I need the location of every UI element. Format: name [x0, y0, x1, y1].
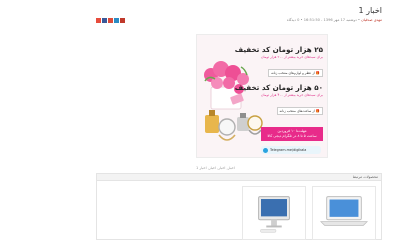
telegram-link[interactable]: Telegram.me/digikala	[270, 148, 306, 152]
offer-50: ۵۰ هزار تومان کد تخفیف برای سبدهای خرید …	[235, 83, 323, 116]
offer-25: ۲۵ هزار تومان کد تخفیف برای سبدهای خرید …	[235, 45, 323, 78]
offer-50-category: 🎁 از ساعت‌های منتخب زنانه	[276, 107, 323, 115]
share-icon-1[interactable]	[96, 18, 101, 23]
post-tags[interactable]: اخبار, اخبار, اخبار, اخبار 1	[196, 166, 235, 170]
post-meta: مهدی صدقیان • دوشنبه 17 مهر 1396 - 16:51…	[287, 18, 382, 22]
promo-banner[interactable]: ۲۵ هزار تومان کد تخفیف برای سبدهای خرید …	[196, 34, 328, 158]
post-meta-rest: • دوشنبه 17 مهر 1396 - 16:51:50 • 0 دیدگ…	[286, 18, 362, 22]
offer-25-title: ۲۵ هزار تومان کد تخفیف	[234, 45, 323, 54]
google-plus-icon[interactable]	[108, 18, 113, 23]
related-products: محصولات مرتبط	[96, 173, 382, 240]
pinterest-icon[interactable]	[120, 18, 125, 23]
related-product-laptop[interactable]	[312, 186, 376, 240]
offer-25-category: 🎁 از عطر و لوازم‌های منتخب زنانه	[268, 69, 323, 77]
share-icons	[96, 18, 125, 23]
offer-25-condition: برای سبدهای خرید بیشتر از ۲۰۰ هزار تومان	[261, 55, 323, 59]
gift-icon: 🎁	[315, 109, 320, 113]
offer-50-condition: برای سبدهای خرید بیشتر از ۴۰۰ هزار تومان	[261, 93, 323, 97]
deadline-box: مهلت‌تا ۱۰ فروردین ساعت ۵ تا ۸ در تلگرام…	[261, 127, 323, 141]
gift-icon: 🎁	[315, 71, 320, 75]
deadline-line-2: ساعت ۵ تا ۸ در تلگرام دیجی کالا	[267, 134, 317, 138]
laptop-image	[319, 196, 369, 226]
news-page: اخبار 1 مهدی صدقیان • دوشنبه 17 مهر 1396…	[96, 0, 382, 240]
offer-50-title: ۵۰ هزار تومان کد تخفیف	[234, 83, 323, 92]
post-author-link[interactable]: مهدی صدقیان	[361, 18, 382, 22]
telegram-badge[interactable]: Telegram.me/digikala	[261, 146, 321, 154]
twitter-icon[interactable]	[114, 18, 119, 23]
desktop-computer-image	[258, 196, 290, 233]
telegram-icon	[263, 147, 268, 153]
facebook-icon[interactable]	[102, 18, 107, 23]
related-products-heading: محصولات مرتبط	[97, 174, 381, 181]
page-title: اخبار 1	[358, 6, 382, 15]
related-product-imac[interactable]	[242, 186, 306, 240]
